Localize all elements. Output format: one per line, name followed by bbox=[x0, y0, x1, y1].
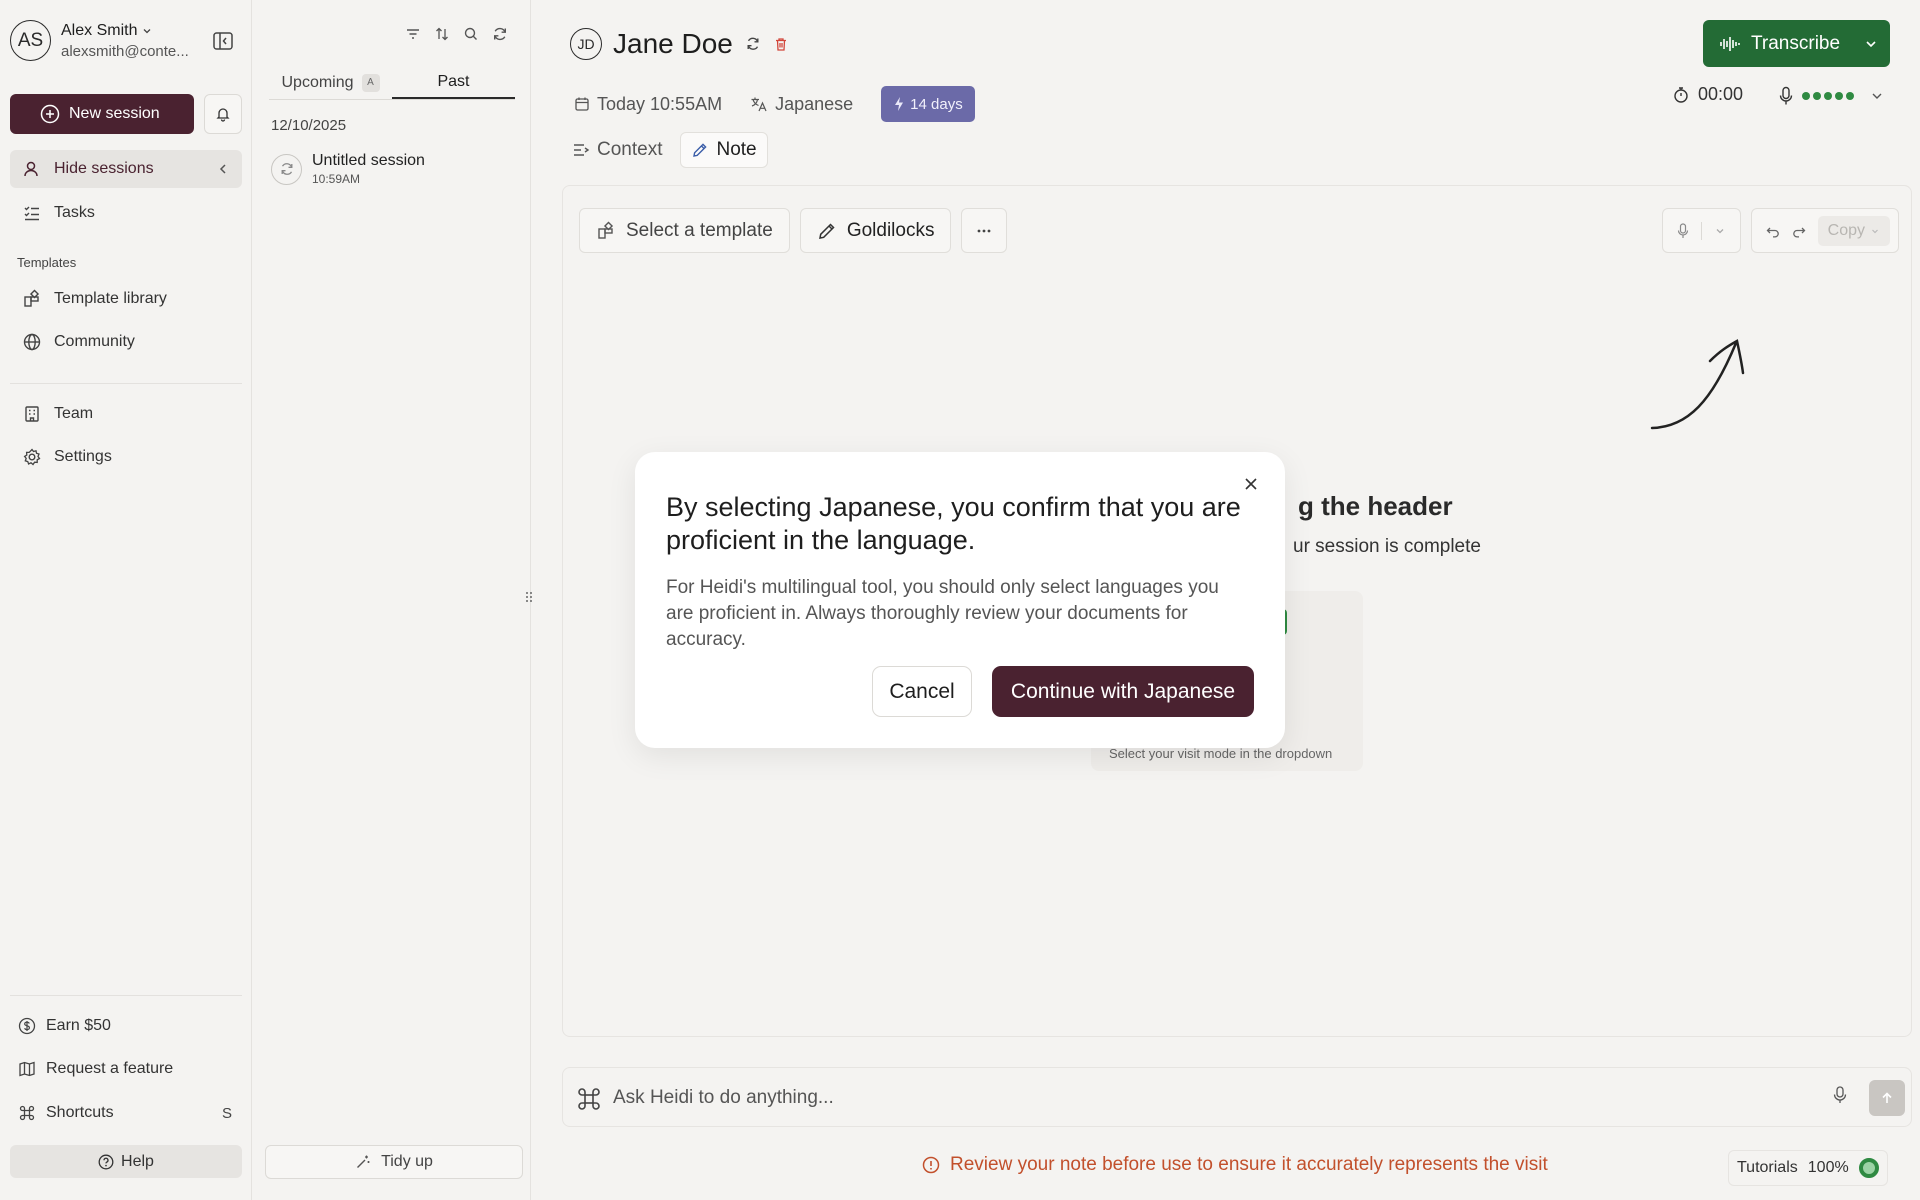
cancel-button[interactable]: Cancel bbox=[872, 666, 972, 717]
language-confirm-dialog: By selecting Japanese, you confirm that … bbox=[635, 452, 1285, 748]
dialog-title: By selecting Japanese, you confirm that … bbox=[666, 492, 1241, 555]
dialog-body: For Heidi's multilingual tool, you shoul… bbox=[666, 577, 1219, 650]
continue-with-japanese-button[interactable]: Continue with Japanese bbox=[992, 666, 1254, 717]
